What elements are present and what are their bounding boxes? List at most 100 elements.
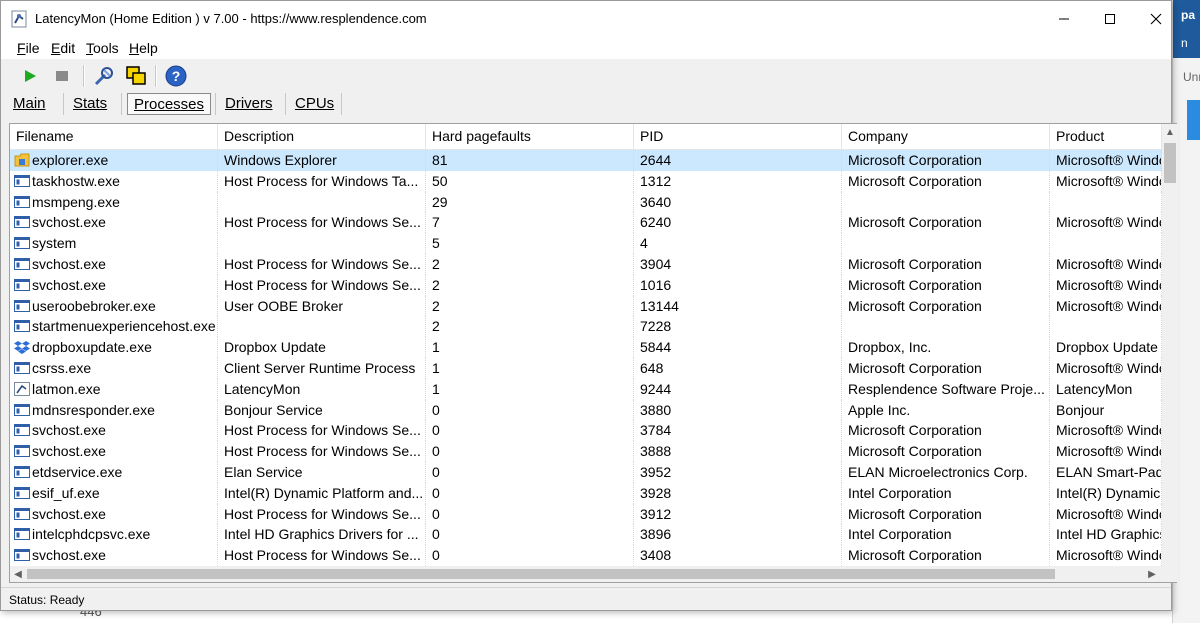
tab-main[interactable]: Main: [7, 93, 52, 115]
column-product[interactable]: Product: [1050, 124, 1162, 149]
cell-product: [1050, 316, 1162, 338]
stop-button[interactable]: [49, 63, 75, 89]
cell-hard-pagefaults: 1: [426, 378, 634, 400]
status-text: Status: Ready: [9, 593, 85, 607]
app-window-icon: [14, 464, 30, 478]
table-row[interactable]: useroobebroker.exe User OOBE Broker 2 13144…: [10, 295, 1162, 317]
process-list[interactable]: Filename Description Hard pagefaults PID…: [9, 123, 1178, 583]
table-row[interactable]: esif_uf.exe Intel(R) Dynamic Platform and…: [10, 482, 1162, 504]
tab-cpus[interactable]: CPUs: [289, 93, 340, 115]
menu-edit-mnemonic: E: [51, 40, 61, 56]
cell-pid: 3904: [634, 253, 842, 275]
cell-pid: 3408: [634, 545, 842, 566]
cell-company: Microsoft Corporation: [842, 441, 1050, 462]
cell-filename: svchost.exe: [10, 503, 218, 525]
vertical-scroll-thumb[interactable]: [1164, 143, 1176, 183]
app-window-icon: [14, 298, 30, 312]
table-row[interactable]: svchost.exe Host Process for Windows Se..…: [10, 274, 1162, 296]
cell-description: [218, 233, 426, 254]
cell-company: [842, 233, 1050, 254]
cell-description: Dropbox Update: [218, 337, 426, 358]
menu-edit[interactable]: Edit: [51, 40, 75, 56]
menu-help-label: elp: [139, 40, 158, 56]
cell-description: Host Process for Windows Ta...: [218, 170, 426, 192]
scroll-up-icon[interactable]: ▲: [1162, 124, 1178, 141]
cell-hard-pagefaults: 50: [426, 170, 634, 192]
table-row[interactable]: svchost.exe Host Process for Windows Se..…: [10, 441, 1162, 462]
cell-filename: explorer.exe: [10, 150, 218, 171]
menu-help[interactable]: Help: [129, 40, 158, 56]
table-row[interactable]: mdnsresponder.exe Bonjour Service 0 3880 App…: [10, 399, 1162, 421]
latency-tool-button[interactable]: [91, 63, 117, 89]
column-pid[interactable]: PID: [634, 124, 842, 149]
table-row[interactable]: svchost.exe Host Process for Windows Se..…: [10, 253, 1162, 275]
cell-product: ELAN Smart-Pad: [1050, 461, 1162, 483]
cell-filename: csrss.exe: [10, 357, 218, 379]
cell-product: Microsoft® Windo: [1050, 274, 1162, 296]
table-row[interactable]: taskhostw.exe Host Process for Windows Ta…: [10, 170, 1162, 192]
cell-description: User OOBE Broker: [218, 295, 426, 317]
table-row[interactable]: etdservice.exe Elan Service 0 3952 ELAN Micr…: [10, 461, 1162, 483]
cell-product: Microsoft® Windo: [1050, 170, 1162, 192]
scroll-left-icon[interactable]: ◀: [10, 566, 26, 582]
filename-text: system: [32, 235, 77, 252]
tab-drivers[interactable]: Drivers: [219, 93, 279, 115]
vertical-scrollbar[interactable]: ▲: [1162, 124, 1178, 566]
cell-pid: 3912: [634, 503, 842, 525]
cell-filename: svchost.exe: [10, 212, 218, 234]
background-text: n: [1181, 36, 1188, 50]
cell-hard-pagefaults: 0: [426, 524, 634, 546]
scrollbar-corner: [1162, 566, 1178, 582]
column-hard-pagefaults[interactable]: Hard pagefaults: [426, 124, 634, 149]
cell-description: Intel HD Graphics Drivers for ...: [218, 524, 426, 546]
table-row[interactable]: svchost.exe Host Process for Windows Se..…: [10, 545, 1162, 566]
cell-product: Microsoft® Windo: [1050, 441, 1162, 462]
help-button[interactable]: ?: [163, 63, 189, 89]
table-row[interactable]: explorer.exe Windows Explorer 81 2644 Micros…: [10, 150, 1162, 171]
cell-description: Host Process for Windows Se...: [218, 420, 426, 442]
tab-stats-label: Stats: [73, 95, 108, 112]
filename-text: taskhostw.exe: [32, 172, 120, 189]
horizontal-scrollbar[interactable]: ◀ ▶: [10, 566, 1162, 582]
scroll-right-icon[interactable]: ▶: [1144, 566, 1160, 582]
start-button[interactable]: [17, 63, 43, 89]
cell-description: [218, 191, 426, 213]
column-description[interactable]: Description: [218, 124, 426, 149]
table-row[interactable]: latmon.exe LatencyMon 1 9244 Resplendence So…: [10, 378, 1162, 400]
table-row[interactable]: svchost.exe Host Process for Windows Se..…: [10, 420, 1162, 442]
cell-product: Intel HD Graphics: [1050, 524, 1162, 546]
cell-company: Intel Corporation: [842, 482, 1050, 504]
tab-stats[interactable]: Stats: [67, 93, 113, 115]
menu-tools-mnemonic: T: [86, 40, 93, 56]
cell-hard-pagefaults: 2: [426, 295, 634, 317]
table-row[interactable]: svchost.exe Host Process for Windows Se..…: [10, 212, 1162, 234]
table-row[interactable]: dropboxupdate.exe Dropbox Update 1 5844 Drop…: [10, 337, 1162, 358]
column-filename[interactable]: Filename: [10, 124, 218, 149]
column-company[interactable]: Company: [842, 124, 1050, 149]
close-button[interactable]: [1133, 1, 1179, 37]
maximize-button[interactable]: [1087, 1, 1133, 37]
windows-button[interactable]: [123, 63, 149, 89]
menu-file[interactable]: File: [17, 40, 40, 56]
table-row[interactable]: csrss.exe Client Server Runtime Process 1 6…: [10, 357, 1162, 379]
table-row[interactable]: svchost.exe Host Process for Windows Se..…: [10, 503, 1162, 525]
horizontal-scroll-thumb[interactable]: [27, 569, 1055, 579]
cell-pid: 6240: [634, 212, 842, 234]
title-bar[interactable]: LatencyMon (Home Edition ) v 7.00 - http…: [1, 1, 1171, 37]
latencymon-app-icon: [11, 10, 27, 28]
app-window-icon: [14, 443, 30, 458]
minimize-button[interactable]: [1041, 1, 1087, 37]
table-row[interactable]: startmenuexperiencehost.exe 2 7228: [10, 316, 1162, 338]
folder-app-icon: [14, 152, 30, 167]
cell-company: Microsoft Corporation: [842, 295, 1050, 317]
filename-text: dropboxupdate.exe: [32, 339, 152, 356]
table-row[interactable]: system 5 4: [10, 233, 1162, 254]
app-window-icon: [14, 256, 30, 270]
cell-description: Host Process for Windows Se...: [218, 503, 426, 525]
table-row[interactable]: msmpeng.exe 29 3640: [10, 191, 1162, 213]
menu-tools[interactable]: Tools: [86, 40, 119, 56]
menu-file-label: ile: [25, 40, 40, 56]
tab-processes[interactable]: Processes: [127, 93, 212, 115]
cell-pid: 5844: [634, 337, 842, 358]
table-row[interactable]: intelcphdcpsvc.exe Intel HD Graphics Driv…: [10, 524, 1162, 546]
